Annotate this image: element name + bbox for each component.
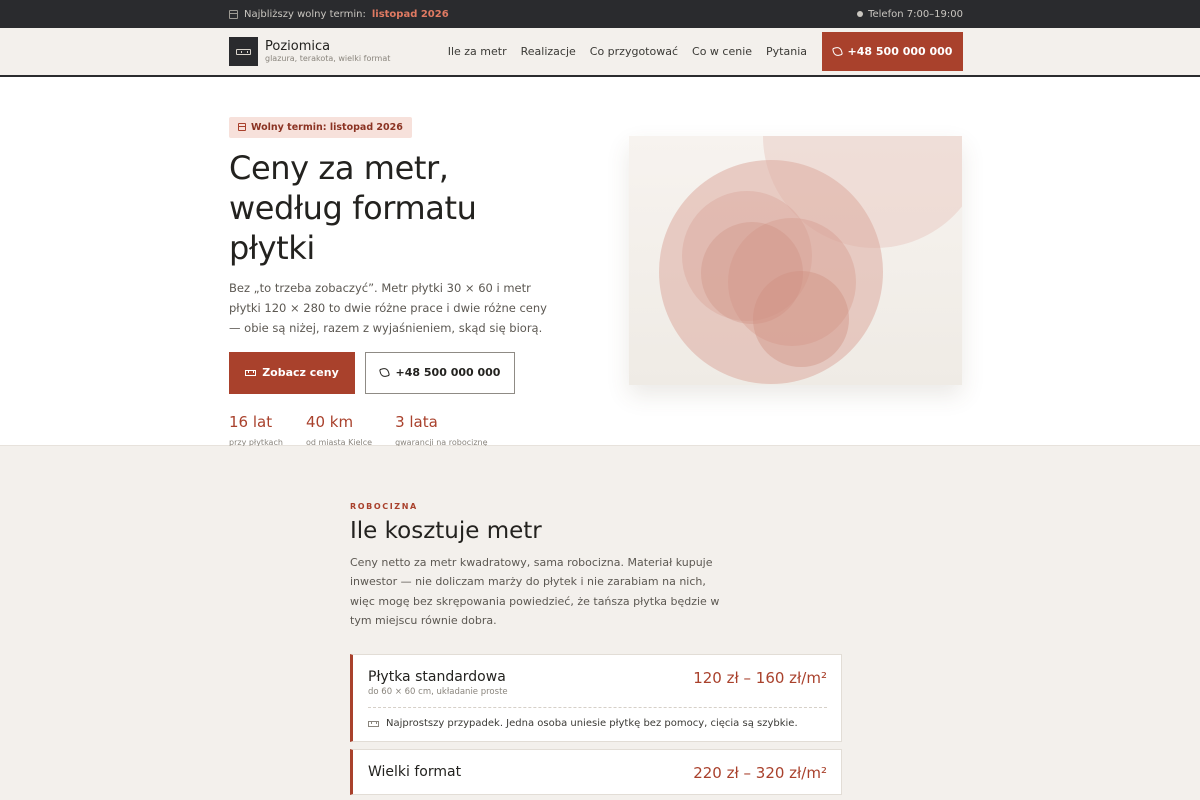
header-call-label: +48 500 000 000 [847,45,953,58]
stat-value: 40 km [305,412,354,431]
call-button-label: +48 500 000 000 [395,366,501,380]
logo [229,37,258,66]
ruler-icon [245,369,257,376]
free-term-badge: Wolny termin: listopad 2026 [229,116,412,138]
spirit-level-icon [236,48,251,55]
top-info-bar: Najbliższy wolny termin: listopad 2026 T… [0,0,1200,28]
section-eyebrow: ROBOCIZNA [350,502,418,511]
brand-name: Poziomica [265,38,331,54]
phone-icon [378,367,390,379]
divider [368,707,827,708]
next-term-value: listopad 2026 [371,8,449,20]
hero-section: Wolny termin: listopad 2026 Ceny za metr… [0,77,1200,447]
page-title: Ceny za metr, według formatu płytki [229,148,477,267]
next-term-label: Najbliższy wolny termin: [244,8,366,20]
stat-experience: 16 lat przy płytkach [229,413,283,447]
nav-item-co-w-cenie[interactable]: Co w cenie [692,45,752,58]
price-card-note-text: Najprostszy przypadek. Jedna osoba unies… [386,718,798,729]
stat-warranty: 3 lata gwarancji na robociznę [395,413,487,447]
price-card-note: Najprostszy przypadek. Jedna osoba unies… [368,718,827,729]
calendar-icon [229,9,238,19]
abstract-circles-graphic [659,136,962,384]
calendar-icon [238,123,246,131]
brand-tagline: glazura, terakota, wielki format [265,54,391,64]
nav-item-pytania[interactable]: Pytania [766,45,807,58]
call-button[interactable]: +48 500 000 000 [365,351,515,394]
see-prices-label: Zobacz ceny [262,366,339,380]
price-card-name: Płytka standardowa [368,669,506,685]
stat-value: 16 lat [229,412,273,431]
stat-value: 3 lata [395,412,438,431]
header-call-button[interactable]: +48 500 000 000 [822,32,963,71]
hero-lead: Bez „to trzeba zobaczyć”. Metr płytki 30… [229,280,547,335]
nav-item-co-przygotowac[interactable]: Co przygotować [590,45,678,58]
next-term-info: Najbliższy wolny termin: listopad 2026 [229,9,449,20]
pricing-section: ROBOCIZNA Ile kosztuje metr Ceny netto z… [0,446,1200,800]
stats-row: 16 lat przy płytkach 40 km od miasta Kie… [229,413,559,447]
phone-hours: Telefon 7:00–19:00 [868,8,963,20]
price-card-name: Wielki format [368,764,462,780]
section-title: Ile kosztuje metr [350,518,542,544]
phone-hours-info: Telefon 7:00–19:00 [857,9,963,20]
price-card-large-format: Wielki format 220 zł – 320 zł/m² [350,749,842,795]
main-nav: Ile za metr Realizacje Co przygotować Co… [434,32,963,71]
price-card-sub: do 60 × 60 cm, układanie proste [368,687,508,697]
nav-item-ile-za-metr[interactable]: Ile za metr [448,45,507,58]
see-prices-button[interactable]: Zobacz ceny [229,351,355,394]
status-dot-icon [857,11,864,17]
nav-item-realizacje[interactable]: Realizacje [521,45,576,58]
phone-icon [831,45,843,58]
price-card-price: 220 zł – 320 zł/m² [693,764,827,782]
price-card-price: 120 zł – 160 zł/m² [693,669,827,687]
free-term-badge-label: Wolny termin: listopad 2026 [251,121,403,133]
ruler-icon [368,720,379,727]
site-header: Poziomica glazura, terakota, wielki form… [0,28,1200,77]
section-lead: Ceny netto za metr kwadratowy, sama robo… [350,556,720,627]
hero-illustration [629,136,962,385]
price-card-standard: Płytka standardowa do 60 × 60 cm, układa… [350,654,842,742]
brand-home-link[interactable]: Poziomica glazura, terakota, wielki form… [229,37,390,66]
stat-distance: 40 km od miasta Kielce [306,413,372,447]
